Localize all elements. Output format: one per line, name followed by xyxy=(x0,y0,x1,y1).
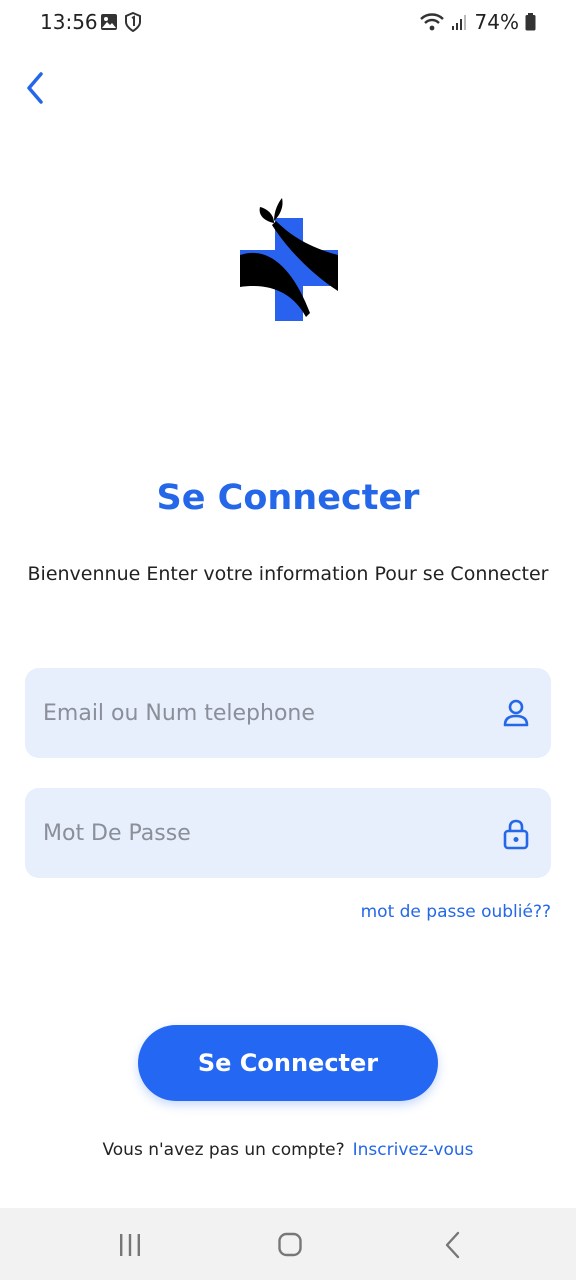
system-nav-bar xyxy=(0,1208,576,1280)
forgot-password-link[interactable]: mot de passe oublié?? xyxy=(361,902,551,922)
signup-link[interactable]: Inscrivez-vous xyxy=(353,1140,474,1160)
back-nav-button[interactable] xyxy=(432,1228,472,1262)
status-bar: 13:56 74% xyxy=(0,0,576,46)
back-nav-icon xyxy=(445,1231,460,1259)
signal-icon xyxy=(451,15,466,30)
status-left-icons xyxy=(100,12,142,32)
shield-one-icon xyxy=(125,12,141,32)
chevron-left-icon xyxy=(27,72,43,104)
image-icon xyxy=(101,14,117,30)
signup-line: Vous n'avez pas un compte? Inscrivez-vous xyxy=(0,1140,576,1160)
recents-icon xyxy=(120,1234,140,1256)
home-icon xyxy=(278,1232,302,1257)
user-icon xyxy=(503,699,529,727)
password-input[interactable] xyxy=(43,788,483,878)
back-button[interactable] xyxy=(18,68,58,108)
status-right: 74% xyxy=(419,10,536,34)
signup-prompt: Vous n'avez pas un compte? xyxy=(102,1140,345,1160)
recents-button[interactable] xyxy=(110,1228,150,1262)
lock-icon xyxy=(503,819,529,850)
status-time: 13:56 xyxy=(40,10,98,34)
password-field-container xyxy=(25,788,551,878)
email-input[interactable] xyxy=(43,668,483,758)
email-field-container xyxy=(25,668,551,758)
home-button[interactable] xyxy=(270,1228,310,1262)
subtitle: Bienvennue Enter votre information Pour … xyxy=(27,563,549,585)
page-title: Se Connecter xyxy=(156,478,420,518)
medical-cross-leaf-logo xyxy=(240,198,338,321)
battery-icon xyxy=(525,13,536,31)
wifi-icon xyxy=(419,13,444,31)
battery-percent: 74% xyxy=(474,10,519,34)
login-button[interactable]: Se Connecter xyxy=(138,1025,438,1101)
